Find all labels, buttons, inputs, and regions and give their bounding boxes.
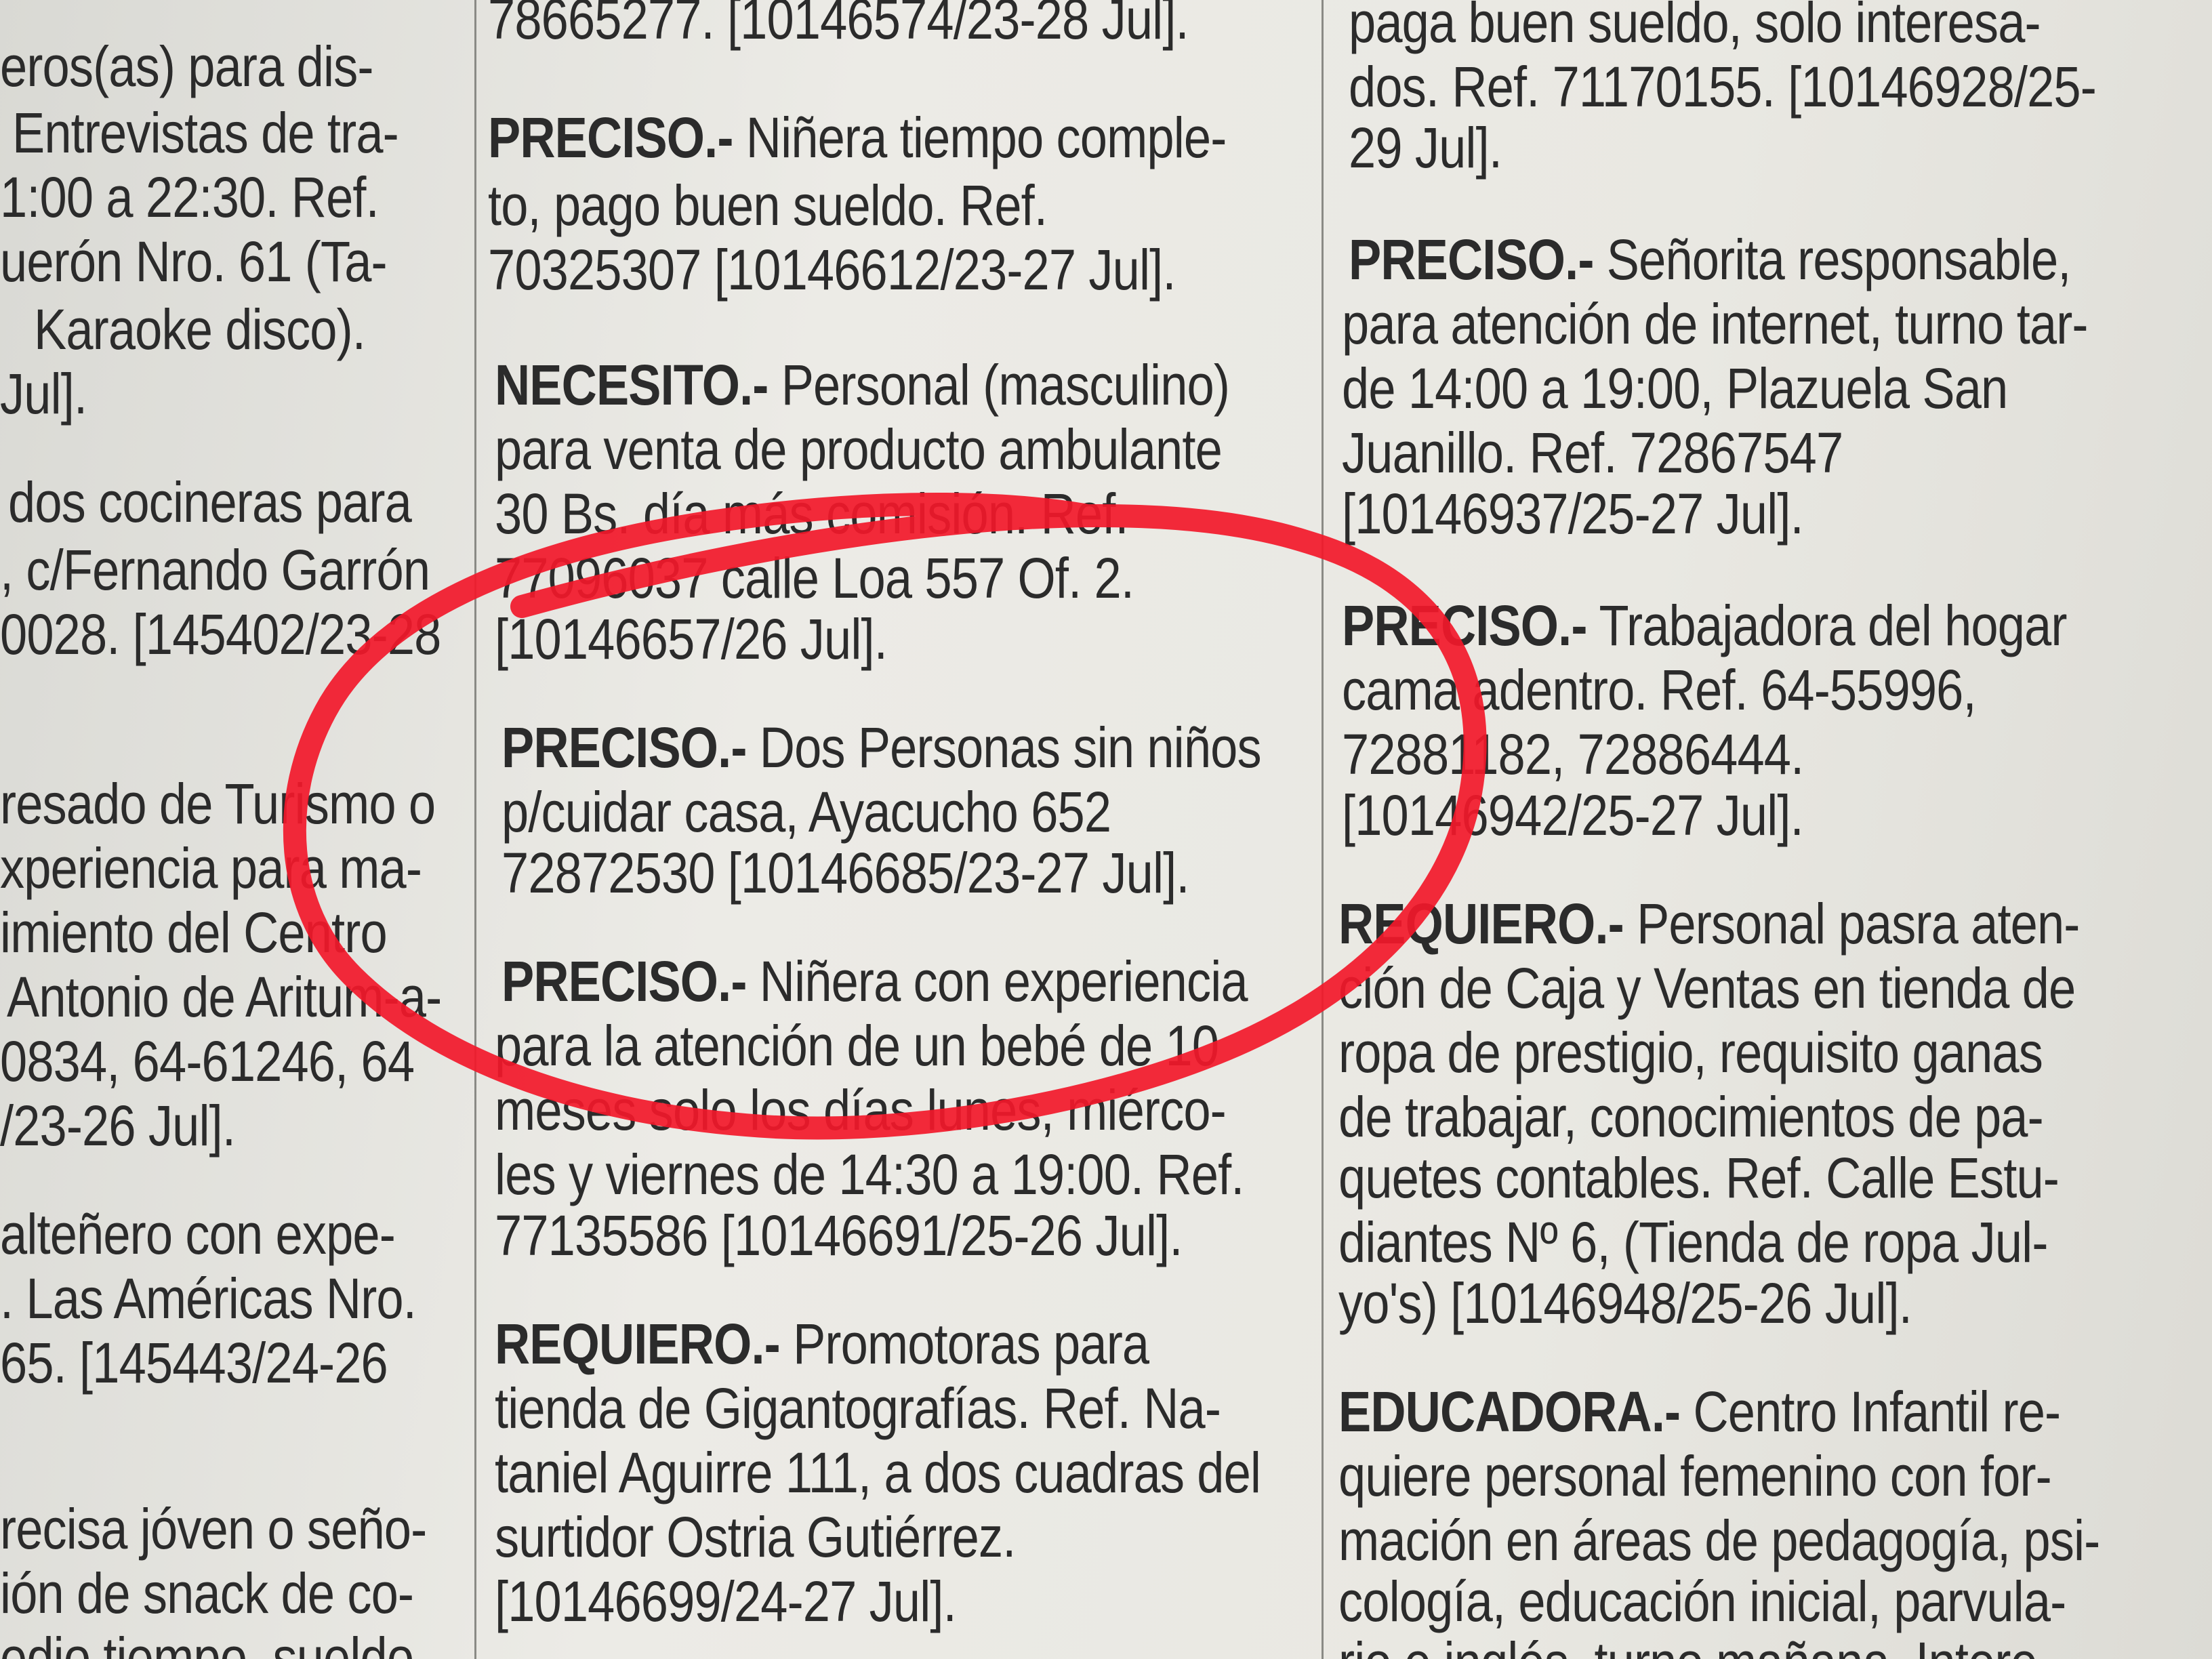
red-circle-annotation <box>283 493 1487 1140</box>
circle-stroke <box>283 493 1487 1140</box>
